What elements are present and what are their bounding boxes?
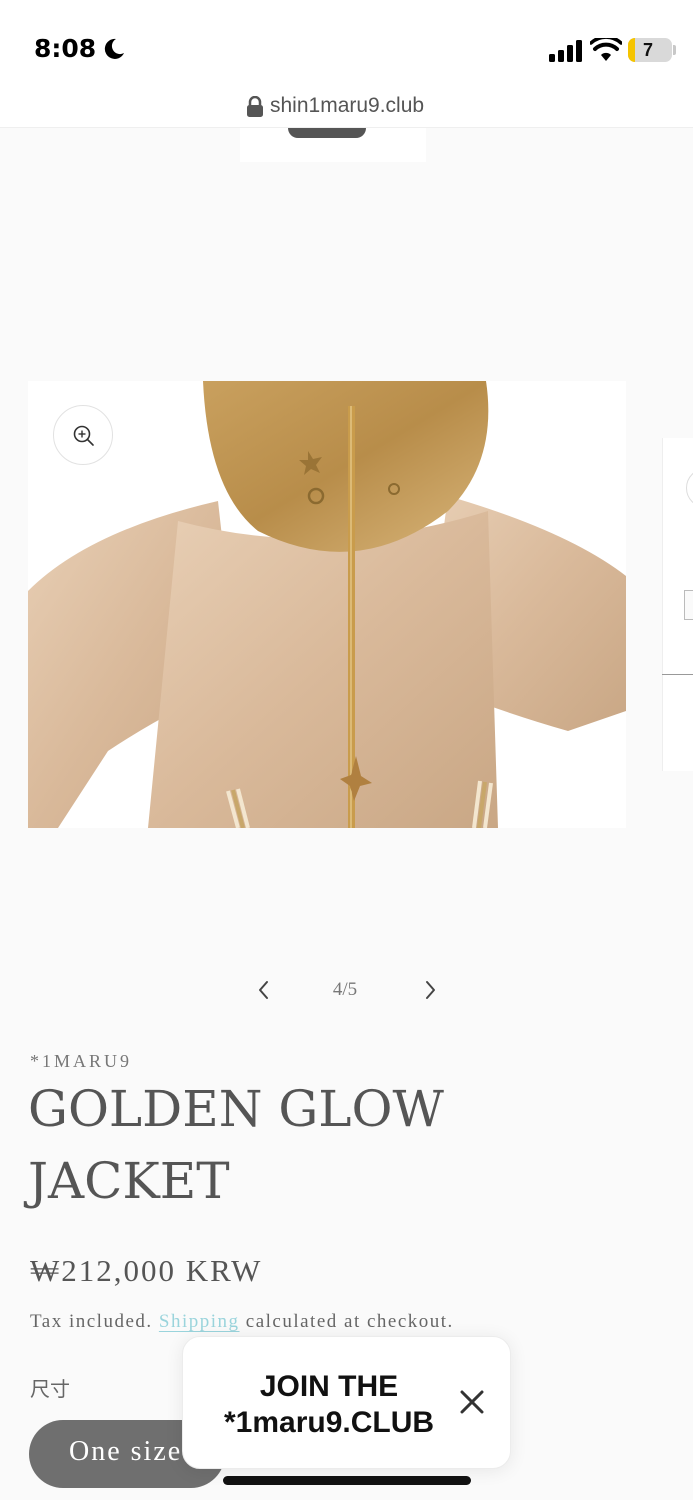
previous-media-image [288,128,366,138]
product-image[interactable] [28,381,626,828]
moon-icon [104,38,124,59]
tax-note-prefix: Tax included. [30,1311,153,1332]
zoom-button[interactable] [53,405,113,465]
tax-note-suffix: calculated at checkout. [245,1311,454,1332]
gold-jacket-image [28,381,626,828]
url-text: shin1maru9.club [270,94,425,117]
shipping-link[interactable]: Shipping [159,1311,240,1332]
zoom-in-icon [73,425,94,446]
battery-cap [673,45,676,55]
chevron-left-icon[interactable] [252,978,276,1002]
lock-icon [247,96,263,117]
chevron-right-icon[interactable] [418,978,442,1002]
wifi-icon [590,38,622,61]
home-indicator[interactable] [223,1476,471,1485]
battery-percent: 7 [642,40,653,60]
slide-counter: 4/5 [332,979,358,1000]
size-label: 尺寸 [30,1377,70,1401]
join-club-popup[interactable]: JOIN THE *1maru9.CLUB [182,1336,511,1469]
next-media-divider [662,674,693,675]
product-vendor: *1MARU9 [30,1051,133,1071]
address-bar[interactable]: shin1maru9.club [0,88,693,128]
size-option-label: One size [69,1436,183,1467]
status-bar: 8:08 7 [0,0,693,90]
product-title: GOLDEN GLOW JACKET [28,1080,444,1210]
battery-icon: 7 [628,38,672,62]
popup-line-1: JOIN THE [259,1370,399,1403]
popup-heading[interactable]: JOIN THE *1maru9.CLUB [205,1369,453,1441]
signal-icon [549,40,582,62]
status-time: 8:08 [34,34,97,63]
tax-note: Tax included. Shipping calculated at che… [30,1311,454,1333]
close-icon[interactable] [457,1387,487,1417]
product-price: ₩212,000 KRW [30,1253,263,1288]
popup-line-2: *1maru9.CLUB [223,1406,435,1439]
next-media-thumbnail [684,590,693,620]
